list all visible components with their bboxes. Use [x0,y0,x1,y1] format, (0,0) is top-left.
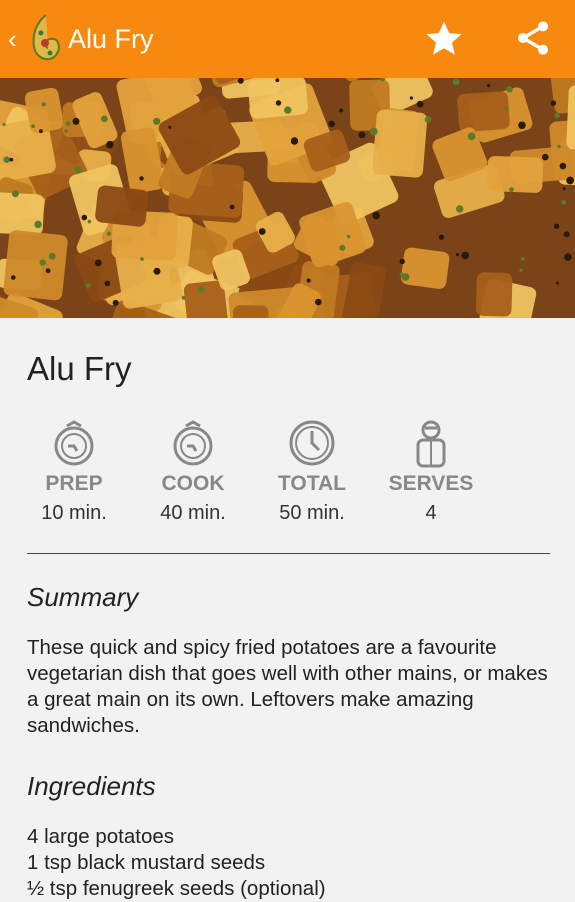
list-item: ½ tsp fenugreek seeds (optional) [27,876,548,902]
summary-heading: Summary [27,582,548,613]
recipe-stats: PREP 10 min. COOK 40 min. TOTAL 50 min. [27,418,548,525]
list-item: 4 large potatoes [27,824,548,850]
clock-icon [287,418,337,468]
recipe-title: Alu Fry [27,318,548,400]
ingredients-list: 4 large potatoes 1 tsp black mustard see… [27,824,548,902]
share-icon[interactable] [513,18,553,58]
star-icon[interactable] [423,18,465,60]
person-icon [406,418,456,468]
back-chevron-icon[interactable]: ‹ [8,26,26,52]
stat-serves: SERVES 4 [359,418,503,525]
divider [27,553,550,554]
paisley-logo-icon[interactable] [30,13,62,65]
app-title: Alu Fry [68,24,154,55]
stat-value: 4 [359,502,503,525]
summary-text: These quick and spicy fried potatoes are… [27,635,548,739]
stat-label: SERVES [359,472,503,496]
list-item: 1 tsp black mustard seeds [27,850,548,876]
ingredients-heading: Ingredients [27,771,548,802]
app-bar: ‹ Alu Fry [0,0,575,78]
prep-timer-icon [49,418,99,468]
recipe-photo [0,78,575,318]
cook-timer-icon [168,418,218,468]
